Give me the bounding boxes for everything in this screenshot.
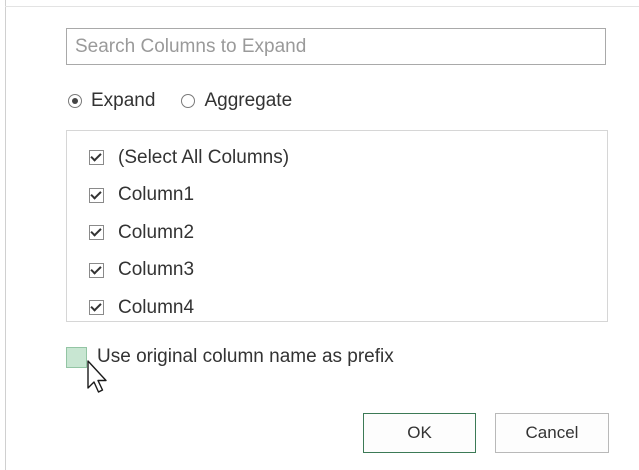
select-all-checkbox[interactable] <box>89 150 104 166</box>
mode-radio-group: Expand Aggregate <box>68 88 292 114</box>
dialog-left-border <box>5 0 6 470</box>
list-item-column4[interactable]: Column4 <box>67 289 607 327</box>
ok-button-label: OK <box>407 423 432 442</box>
column3-checkbox[interactable] <box>89 262 104 278</box>
use-prefix-label: Use original column name as prefix <box>97 346 394 367</box>
column4-checkbox[interactable] <box>89 300 104 316</box>
ok-button[interactable]: OK <box>363 413 476 453</box>
radio-expand[interactable]: Expand <box>68 90 155 112</box>
use-prefix-checkbox[interactable] <box>66 346 87 368</box>
list-item-label: Column4 <box>118 296 195 318</box>
list-item-select-all[interactable]: (Select All Columns) <box>67 139 607 177</box>
expand-columns-dialog: Expand Aggregate (Select All Columns) Co… <box>0 0 639 470</box>
column2-checkbox[interactable] <box>89 225 104 241</box>
dialog-top-border <box>5 6 639 7</box>
mouse-pointer-icon <box>87 360 107 393</box>
use-prefix-option[interactable]: Use original column name as prefix <box>66 345 394 369</box>
list-item-label: Column3 <box>118 259 195 281</box>
radio-aggregate[interactable]: Aggregate <box>181 90 292 112</box>
search-columns-input[interactable] <box>66 28 606 65</box>
radio-aggregate-indicator[interactable] <box>181 94 196 108</box>
list-item-column3[interactable]: Column3 <box>67 252 607 290</box>
radio-expand-label: Expand <box>91 90 156 111</box>
list-item-label: Column1 <box>118 184 195 206</box>
list-item-column2[interactable]: Column2 <box>67 214 607 252</box>
columns-list: (Select All Columns) Column1 Column2 Col… <box>66 130 608 322</box>
radio-aggregate-label: Aggregate <box>204 90 293 111</box>
radio-expand-indicator[interactable] <box>68 94 82 108</box>
list-item-label: (Select All Columns) <box>118 146 290 168</box>
list-item-column1[interactable]: Column1 <box>67 177 607 215</box>
column1-checkbox[interactable] <box>89 187 104 203</box>
cancel-button-label: Cancel <box>525 423 579 442</box>
list-item-label: Column2 <box>118 221 195 243</box>
cancel-button[interactable]: Cancel <box>495 413 609 453</box>
